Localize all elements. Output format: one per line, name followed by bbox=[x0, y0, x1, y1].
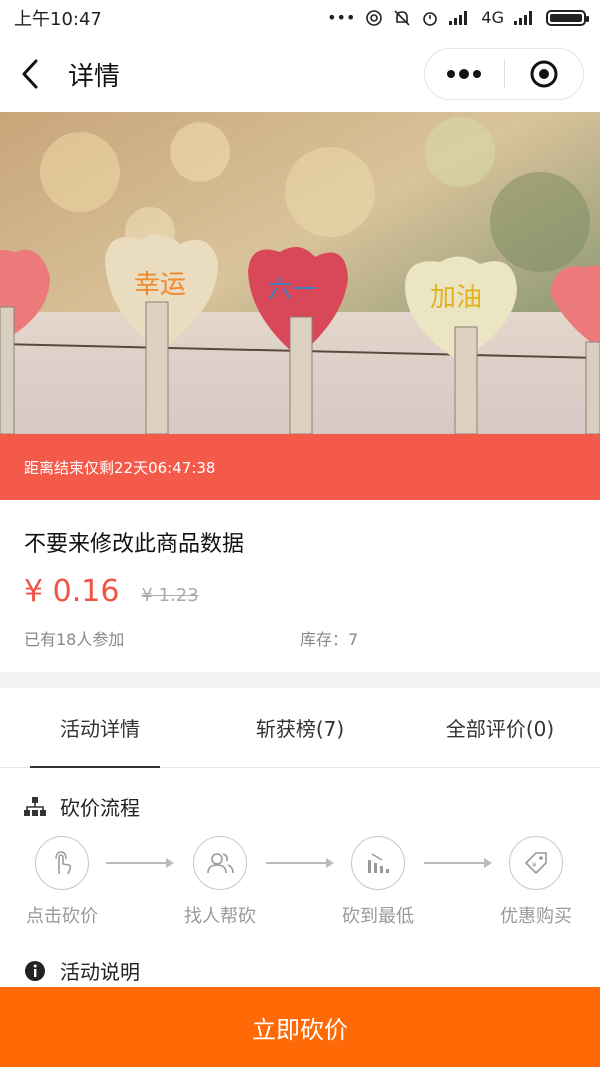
tab-all-reviews[interactable]: 全部评价(0) bbox=[400, 688, 600, 767]
description-title: 活动说明 bbox=[60, 960, 140, 984]
process-steps: 点击砍价 找人帮砍 砍到最低 ¥ 优惠购买 bbox=[0, 836, 600, 936]
participant-count: 已有18人参加 bbox=[24, 630, 125, 649]
stock-count: 库存：7 bbox=[300, 630, 359, 649]
arrow-icon bbox=[424, 858, 492, 868]
process-title: 砍价流程 bbox=[60, 796, 140, 820]
section-divider bbox=[0, 672, 600, 688]
close-mini-program-button[interactable] bbox=[505, 49, 584, 99]
chevron-left-icon bbox=[22, 59, 38, 89]
status-bar: 上午10:47 ••• 4G bbox=[0, 0, 600, 36]
step-click-bargain: 点击砍价 bbox=[12, 836, 112, 928]
tab-activity-details[interactable]: 活动详情 bbox=[0, 688, 200, 768]
org-chart-icon bbox=[24, 796, 46, 818]
status-time: 上午10:47 bbox=[14, 9, 102, 30]
tap-hand-icon bbox=[35, 836, 89, 890]
more-dots-icon: ••• bbox=[327, 8, 356, 27]
more-button[interactable] bbox=[425, 49, 504, 99]
original-price: ¥ 1.23 bbox=[141, 585, 199, 606]
target-close-icon bbox=[530, 60, 558, 88]
heart-text-june: 六一 bbox=[268, 275, 316, 303]
nav-bar: 详情 bbox=[0, 36, 600, 112]
step-label: 砍到最低 bbox=[342, 906, 414, 927]
step-label: 点击砍价 bbox=[26, 906, 98, 927]
step-find-help: 找人帮砍 bbox=[170, 836, 270, 928]
product-title: 不要来修改此商品数据 bbox=[24, 532, 245, 557]
tab-leaderboard[interactable]: 斩获榜(7) bbox=[200, 688, 400, 767]
arrow-icon bbox=[266, 858, 334, 868]
product-info: 不要来修改此商品数据 ¥ 0.16 ¥ 1.23 已有18人参加 库存：7 bbox=[0, 500, 600, 672]
process-header: 砍价流程 bbox=[24, 792, 140, 821]
step-label: 找人帮砍 bbox=[184, 906, 256, 927]
product-banner-image: 幸运 六一 加油 bbox=[0, 112, 600, 434]
alarm-icon bbox=[421, 9, 439, 27]
signal-icon bbox=[449, 11, 471, 25]
signal-icon-2 bbox=[514, 11, 536, 25]
heart-text-cheer: 加油 bbox=[430, 283, 482, 313]
discount-tag-icon: ¥ bbox=[509, 836, 563, 890]
heart-text-luck: 幸运 bbox=[134, 270, 186, 300]
more-dots-icon bbox=[447, 69, 482, 79]
step-discount-buy: ¥ 优惠购买 bbox=[486, 836, 586, 928]
step-label: 优惠购买 bbox=[500, 906, 572, 927]
description-header: 活动说明 bbox=[24, 956, 140, 985]
info-icon bbox=[24, 960, 46, 982]
current-price: ¥ 0.16 bbox=[24, 574, 120, 609]
countdown-text: 距离结束仅剩22天06:47:38 bbox=[24, 458, 216, 477]
status-icons: ••• 4G bbox=[327, 8, 589, 27]
page-title: 详情 bbox=[68, 61, 121, 92]
bell-muted-icon bbox=[393, 9, 411, 27]
battery-icon bbox=[546, 10, 589, 26]
arrow-icon bbox=[106, 858, 174, 868]
svg-text:¥: ¥ bbox=[532, 861, 537, 869]
mini-program-capsule bbox=[424, 48, 584, 100]
bar-chart-down-icon bbox=[351, 836, 405, 890]
hotspot-icon bbox=[365, 9, 383, 27]
price-row: ¥ 0.16 ¥ 1.23 bbox=[24, 574, 199, 609]
countdown-bar: 距离结束仅剩22天06:47:38 bbox=[0, 434, 600, 500]
people-icon bbox=[193, 836, 247, 890]
step-lowest-price: 砍到最低 bbox=[328, 836, 428, 928]
back-button[interactable] bbox=[0, 36, 60, 112]
network-type: 4G bbox=[481, 8, 504, 27]
bargain-now-button[interactable]: 立即砍价 bbox=[0, 987, 600, 1067]
detail-tabs: 活动详情 斩获榜(7) 全部评价(0) bbox=[0, 688, 600, 768]
